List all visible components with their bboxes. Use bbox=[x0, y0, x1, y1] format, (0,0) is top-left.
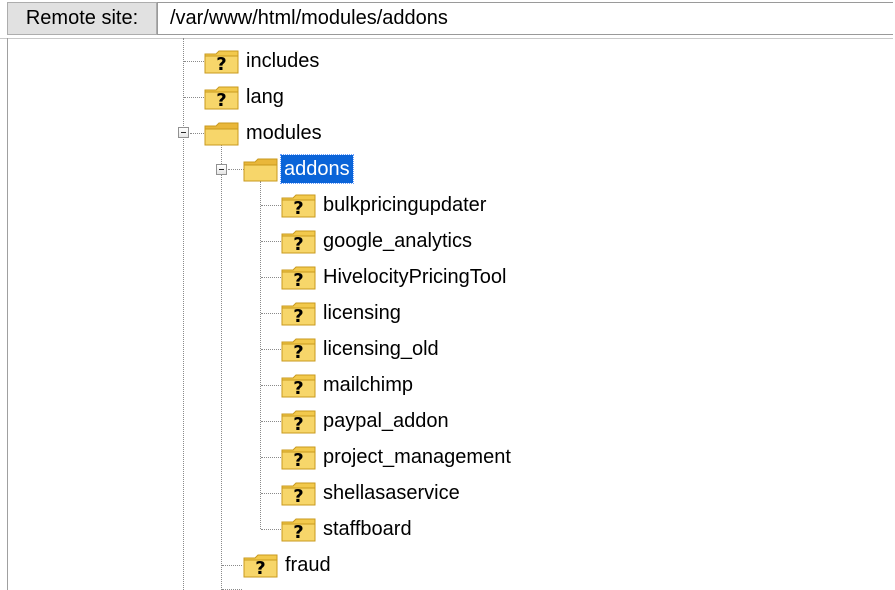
tree-guide-line bbox=[261, 241, 281, 242]
tree-guide-line bbox=[228, 169, 244, 170]
tree-guide-line bbox=[261, 277, 281, 278]
tree-item-label: google_analytics bbox=[323, 230, 472, 252]
tree-guide-line bbox=[190, 133, 204, 134]
collapse-toggle-modules[interactable] bbox=[178, 127, 189, 138]
unknown-folder-icon: ? bbox=[281, 481, 317, 507]
unknown-folder-icon: ? bbox=[281, 337, 317, 363]
tree-guide-line bbox=[261, 493, 281, 494]
unknown-folder-icon: ? bbox=[204, 49, 240, 75]
tree-guide-line bbox=[260, 181, 261, 529]
tree-item-label: HivelocityPricingTool bbox=[323, 266, 507, 288]
unknown-folder-icon: ? bbox=[204, 85, 240, 111]
tree-item-label: shellasaservice bbox=[323, 482, 460, 504]
tree-guide-line bbox=[261, 205, 281, 206]
svg-text:?: ? bbox=[216, 90, 226, 111]
svg-text:?: ? bbox=[293, 414, 303, 435]
unknown-folder-icon: ? bbox=[243, 553, 279, 579]
unknown-folder-icon: ? bbox=[281, 229, 317, 255]
tree-guide-line bbox=[221, 145, 222, 590]
tree-guide-line bbox=[261, 529, 281, 530]
svg-text:?: ? bbox=[293, 234, 303, 255]
address-bar: Remote site: /var/www/html/modules/addon… bbox=[0, 0, 893, 39]
svg-text:?: ? bbox=[293, 342, 303, 363]
svg-text:?: ? bbox=[293, 486, 303, 507]
svg-text:?: ? bbox=[216, 54, 226, 75]
remote-path-input[interactable]: /var/www/html/modules/addons bbox=[157, 2, 893, 35]
tree-item-label: paypal_addon bbox=[323, 410, 449, 432]
tree-item-label: includes bbox=[246, 50, 320, 72]
tree-guide-line bbox=[261, 457, 281, 458]
tree-guide-line bbox=[261, 349, 281, 350]
unknown-folder-icon: ? bbox=[281, 193, 317, 219]
folder-icon bbox=[204, 121, 240, 147]
tree-item-label: fraud bbox=[285, 554, 331, 576]
svg-text:?: ? bbox=[255, 558, 265, 579]
remote-site-panel: Remote site: /var/www/html/modules/addon… bbox=[0, 0, 895, 590]
remote-site-label: Remote site: bbox=[7, 2, 157, 35]
svg-text:?: ? bbox=[293, 378, 303, 399]
unknown-folder-icon: ? bbox=[281, 445, 317, 471]
tree-item-label: bulkpricingupdater bbox=[323, 194, 487, 216]
tree-item-label: licensing_old bbox=[323, 338, 439, 360]
svg-text:?: ? bbox=[293, 450, 303, 471]
unknown-folder-icon: ? bbox=[281, 301, 317, 327]
svg-text:?: ? bbox=[293, 198, 303, 219]
tree-item-label: addons bbox=[280, 154, 354, 184]
unknown-folder-icon: ? bbox=[281, 373, 317, 399]
tree-item-label: lang bbox=[246, 86, 284, 108]
unknown-folder-icon: ? bbox=[281, 409, 317, 435]
collapse-toggle-addons[interactable] bbox=[216, 164, 227, 175]
tree-guide-line bbox=[222, 565, 242, 566]
unknown-folder-icon: ? bbox=[281, 265, 317, 291]
svg-text:?: ? bbox=[293, 522, 303, 543]
tree-guide-line bbox=[184, 97, 204, 98]
tree-guide-line bbox=[261, 313, 281, 314]
svg-text:?: ? bbox=[293, 270, 303, 291]
tree-item-label: staffboard bbox=[323, 518, 412, 540]
tree-item-label: licensing bbox=[323, 302, 401, 324]
tree-item-label: modules bbox=[246, 122, 322, 144]
folder-icon bbox=[243, 157, 279, 183]
tree-guide-line bbox=[261, 385, 281, 386]
tree-guide-line bbox=[261, 421, 281, 422]
tree-guide-line bbox=[183, 38, 184, 590]
remote-directory-tree[interactable]: ? includes ? lang modules addons ? bulkp… bbox=[0, 38, 895, 590]
svg-text:?: ? bbox=[293, 306, 303, 327]
tree-item-label: project_management bbox=[323, 446, 511, 468]
tree-guide-line bbox=[184, 61, 204, 62]
tree-item-label: mailchimp bbox=[323, 374, 414, 396]
unknown-folder-icon: ? bbox=[281, 517, 317, 543]
